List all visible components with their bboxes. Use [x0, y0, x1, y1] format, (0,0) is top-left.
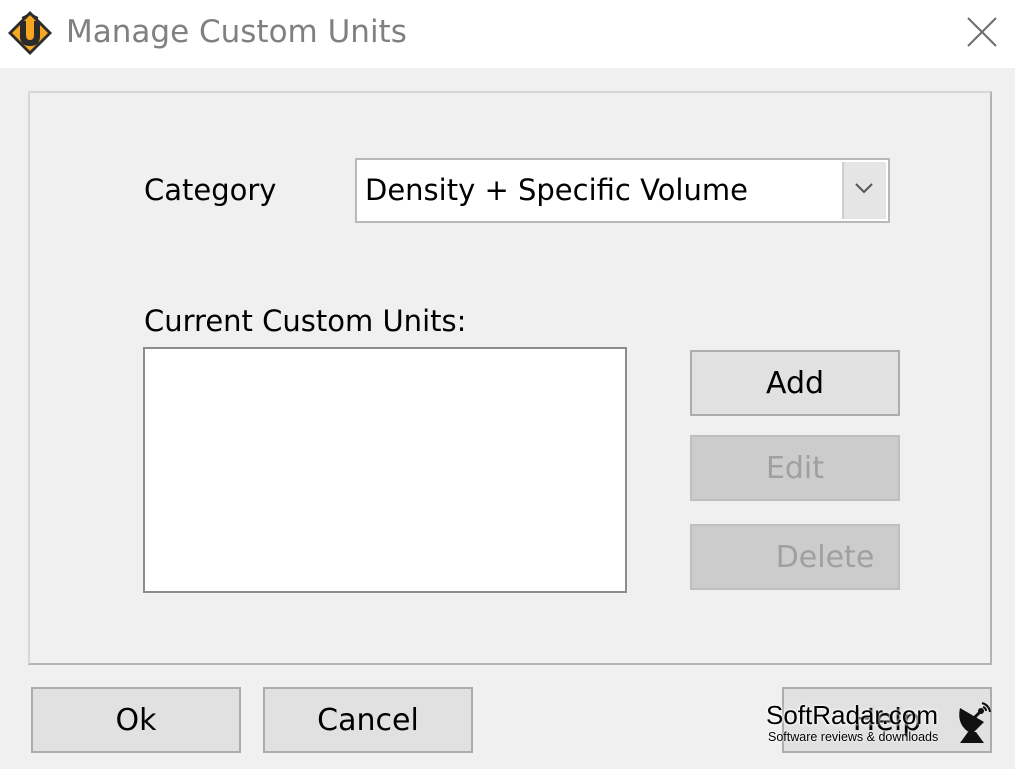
satellite-dish-icon — [959, 702, 991, 743]
custom-units-label: Current Custom Units: — [144, 304, 467, 338]
category-dropdown[interactable]: Density + Specific Volume — [355, 158, 890, 223]
watermark-title: SoftRadar.com — [766, 700, 938, 730]
chevron-down-icon — [855, 183, 873, 194]
ok-button[interactable]: Ok — [31, 687, 241, 753]
watermark-subtitle: Software reviews & downloads — [768, 730, 939, 744]
category-value: Density + Specific Volume — [365, 173, 748, 207]
edit-button[interactable]: Edit — [690, 435, 900, 501]
title-bar: Manage Custom Units — [0, 0, 1015, 68]
softradar-watermark: SoftRadar.com Software reviews & downloa… — [762, 700, 998, 750]
window-title: Manage Custom Units — [66, 14, 407, 50]
category-label: Category — [144, 173, 277, 207]
dropdown-button[interactable] — [842, 162, 886, 219]
delete-button[interactable]: Delete — [690, 524, 900, 590]
cancel-button[interactable]: Cancel — [263, 687, 473, 753]
add-button[interactable]: Add — [690, 350, 900, 416]
close-icon[interactable] — [962, 14, 1002, 50]
app-logo-icon — [8, 11, 52, 55]
custom-units-list[interactable] — [143, 347, 627, 593]
